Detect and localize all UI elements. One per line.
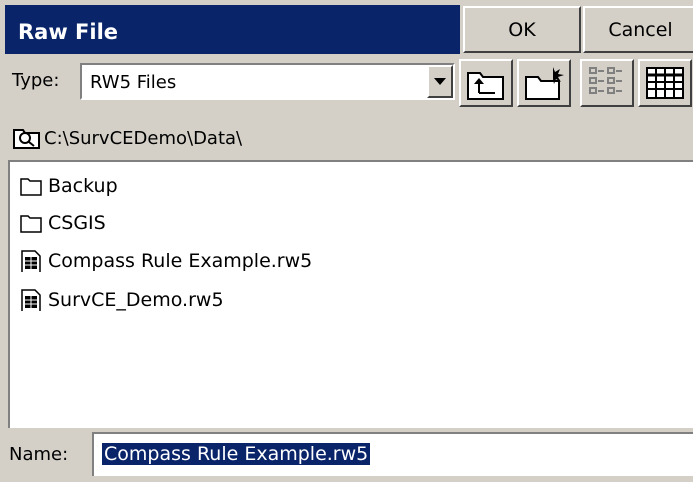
list-item-folder[interactable]: CSGIS xyxy=(20,207,106,239)
type-label: Type: xyxy=(12,70,60,91)
list-item-label: Compass Rule Example.rw5 xyxy=(48,250,313,272)
up-folder-icon xyxy=(467,72,504,100)
details-view-button[interactable] xyxy=(638,59,692,107)
list-item-label: Backup xyxy=(48,175,118,197)
title-bar: Raw File OK Cancel xyxy=(0,0,693,58)
list-view-icon xyxy=(589,67,622,94)
folder-icon xyxy=(20,178,42,196)
list-item-file[interactable]: SurvCE_Demo.rw5 xyxy=(20,284,224,316)
list-item-label: SurvCE_Demo.rw5 xyxy=(48,289,224,311)
new-folder-icon xyxy=(525,67,564,100)
name-label: Name: xyxy=(9,444,69,465)
ok-button[interactable]: OK xyxy=(463,6,581,53)
list-item-folder[interactable]: Backup xyxy=(20,170,118,202)
dialog-title: Raw File xyxy=(18,20,119,44)
new-folder-button[interactable] xyxy=(517,59,571,107)
search-folder-icon xyxy=(13,129,40,149)
folder-icon xyxy=(20,215,42,233)
type-dropdown[interactable]: RW5 Files xyxy=(80,63,455,100)
title-bar-fill: Raw File xyxy=(5,5,460,54)
file-list[interactable]: Backup CSGIS Compass Rule Example.rw5 Su… xyxy=(8,160,693,428)
file-name-value: Compass Rule Example.rw5 xyxy=(102,443,371,465)
up-folder-button[interactable] xyxy=(459,59,513,107)
dropdown-arrow-button[interactable] xyxy=(427,65,453,98)
file-name-input[interactable]: Compass Rule Example.rw5 xyxy=(92,432,693,476)
cancel-button[interactable]: Cancel xyxy=(583,6,693,53)
list-item-label: CSGIS xyxy=(48,212,106,234)
details-view-icon xyxy=(646,67,684,99)
list-item-file[interactable]: Compass Rule Example.rw5 xyxy=(20,245,312,277)
chevron-down-icon xyxy=(434,78,446,85)
document-icon xyxy=(21,250,41,272)
list-view-button[interactable] xyxy=(580,59,634,107)
current-path: C:\SurvCEDemo\Data\ xyxy=(44,128,243,149)
type-value: RW5 Files xyxy=(90,72,177,93)
document-icon xyxy=(21,289,41,311)
